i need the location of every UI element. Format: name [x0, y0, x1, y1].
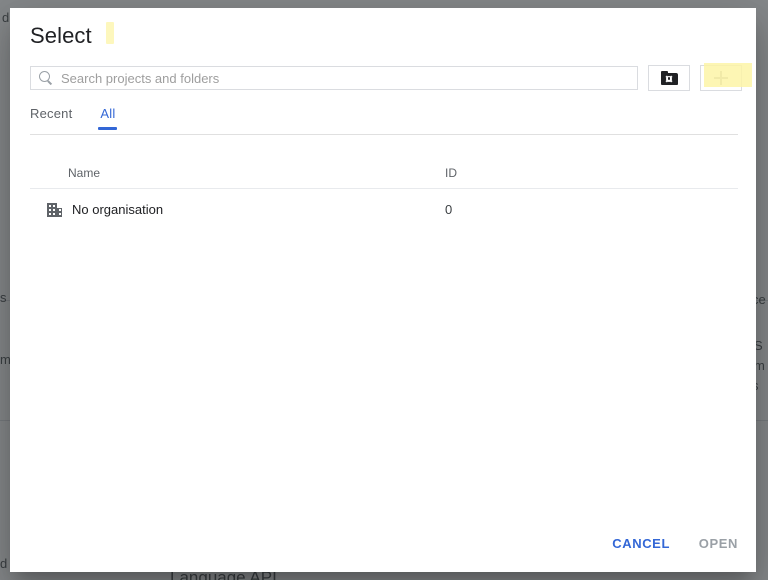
tab-all[interactable]: All	[98, 106, 118, 130]
open-button: OPEN	[691, 530, 746, 558]
folder-gear-icon	[660, 71, 678, 85]
search-box[interactable]	[30, 66, 638, 90]
column-header-name: Name	[68, 165, 101, 180]
column-header-id: ID	[445, 165, 457, 180]
search-input[interactable]	[61, 70, 629, 86]
dialog-tabs: Recent All	[30, 106, 143, 136]
select-project-dialog: Select Recent All Name	[10, 8, 756, 572]
building-icon	[47, 202, 62, 217]
row-name-cell: No organisation	[30, 202, 445, 217]
table-row[interactable]: No organisation 0	[30, 192, 738, 226]
projects-table: Name ID No organisation 0	[30, 158, 738, 226]
plus-icon	[714, 71, 728, 85]
tab-recent[interactable]: Recent	[30, 106, 72, 130]
search-icon	[39, 71, 53, 85]
search-row	[30, 57, 752, 91]
cancel-button[interactable]: CANCEL	[604, 530, 678, 558]
row-name-label: No organisation	[72, 201, 164, 217]
new-folder-button[interactable]	[648, 65, 690, 91]
table-header-row: Name ID	[30, 158, 738, 187]
highlighter-mark-title	[106, 22, 114, 44]
dialog-title: Select	[30, 23, 92, 48]
new-project-button[interactable]	[700, 65, 742, 91]
table-header-divider	[30, 188, 738, 189]
row-id-cell: 0	[445, 201, 453, 217]
tabs-divider	[30, 134, 738, 135]
dialog-footer: CANCEL OPEN	[10, 518, 756, 572]
